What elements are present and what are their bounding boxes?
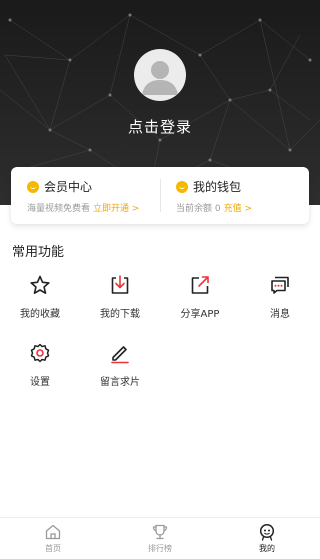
home-icon	[45, 524, 61, 540]
vip-center-desc: 海量视频免费看	[27, 204, 91, 214]
wallet-balance: 当前余额 0	[176, 204, 221, 214]
login-link[interactable]: 点击登录	[0, 116, 320, 137]
avatar[interactable]	[134, 49, 186, 101]
gear-icon	[30, 343, 50, 363]
settings-button[interactable]: 设置	[0, 342, 80, 394]
request-movie-label: 留言求片	[100, 377, 140, 388]
tab-home[interactable]: 首页	[0, 518, 106, 559]
vip-center-title: 会员中心	[44, 180, 93, 194]
vip-center-entry[interactable]: 会员中心 海量视频免费看 立即开通 >	[11, 167, 160, 224]
star-icon	[30, 275, 50, 294]
favorites-label: 我的收藏	[20, 309, 60, 320]
bottom-tab-bar: 首页 排行榜 我的	[0, 517, 320, 559]
download-icon	[111, 275, 129, 294]
settings-label: 设置	[30, 377, 50, 388]
trophy-icon	[152, 524, 168, 540]
request-movie-button[interactable]: 留言求片	[80, 342, 160, 394]
tab-ranking-label: 排行榜	[148, 544, 172, 553]
favorites-button[interactable]: 我的收藏	[0, 274, 80, 326]
crown-coin-icon	[27, 180, 39, 193]
downloads-button[interactable]: 我的下载	[80, 274, 160, 326]
user-placeholder-icon	[142, 61, 178, 95]
tab-mine-label: 我的	[259, 544, 275, 553]
wallet-coin-icon	[176, 180, 188, 193]
message-icon	[271, 276, 289, 294]
vip-open-link[interactable]: 立即开通 >	[93, 204, 139, 214]
profile-icon	[259, 523, 275, 541]
wallet-title: 我的钱包	[193, 180, 242, 194]
tab-ranking[interactable]: 排行榜	[107, 518, 213, 559]
downloads-label: 我的下载	[100, 309, 140, 320]
recharge-link[interactable]: 充值 >	[224, 204, 252, 214]
messages-label: 消息	[270, 309, 290, 320]
messages-button[interactable]: 消息	[240, 274, 320, 326]
features-title: 常用功能	[12, 245, 65, 260]
tab-mine[interactable]: 我的	[214, 518, 320, 559]
wallet-entry[interactable]: 我的钱包 当前余额 0 充值 >	[160, 167, 309, 224]
share-app-button[interactable]: 分享APP	[160, 274, 240, 326]
share-icon	[191, 276, 209, 294]
tab-home-label: 首页	[45, 544, 61, 553]
membership-wallet-card: 会员中心 海量视频免费看 立即开通 > 我的钱包 当前余额 0 充值 >	[11, 167, 309, 224]
share-app-label: 分享APP	[180, 309, 220, 320]
pen-icon	[111, 346, 129, 364]
